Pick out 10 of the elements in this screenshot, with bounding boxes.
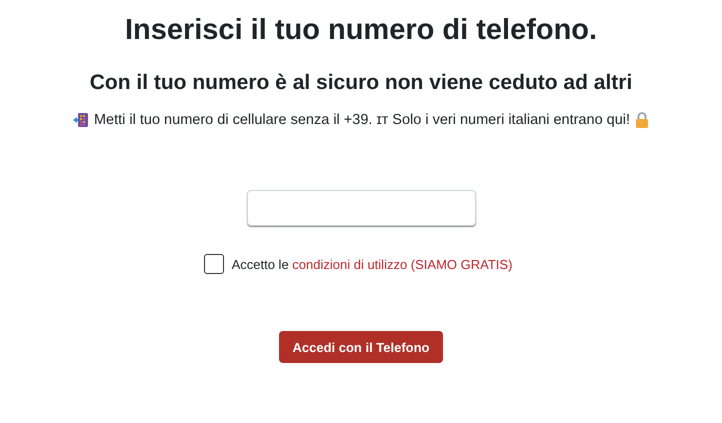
- phone-arrow-icon: [72, 112, 89, 128]
- terms-checkbox[interactable]: [204, 254, 224, 274]
- login-button[interactable]: Accedi con il Telefono: [279, 331, 443, 363]
- page-title: Inserisci il tuo numero di telefono.: [124, 13, 598, 48]
- terms-link[interactable]: condizioni di utilizzo (SIAMO GRATIS): [292, 256, 512, 272]
- instruction-text: Metti il tuo numero di cellulare senza il +39. ɪᴛ Solo i veri numeri italiani entrano qui!: [94, 112, 630, 128]
- subtitle: Con il tuo numero è al sicuro non viene ceduto ad altri: [90, 70, 632, 96]
- phone-input-field[interactable]: [246, 190, 476, 226]
- lock-icon: [635, 112, 650, 128]
- terms-label: Accetto le condizioni di utilizzo (SIAMO GRATIS): [232, 256, 512, 272]
